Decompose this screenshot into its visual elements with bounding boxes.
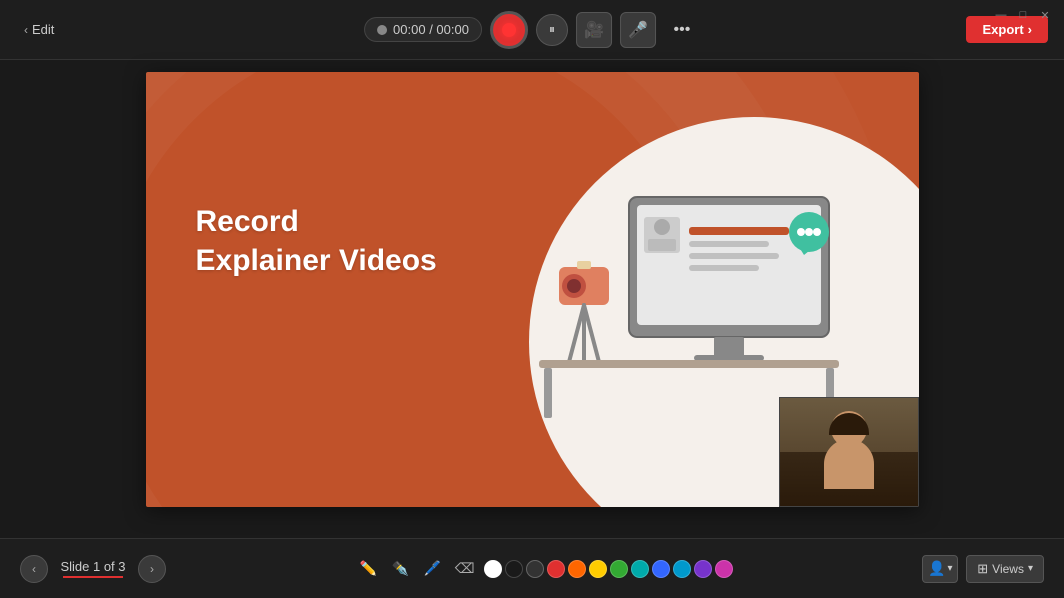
camera-icon: 🎥 <box>584 20 604 40</box>
color-yellow-swatch[interactable] <box>589 560 607 578</box>
main-content: Record Explainer Videos <box>0 60 1064 598</box>
color-purple-swatch[interactable] <box>694 560 712 578</box>
pen-tool-button[interactable]: ✏️ <box>356 556 382 582</box>
color-blue2-swatch[interactable] <box>673 560 691 578</box>
minimize-button[interactable]: — <box>994 8 1008 22</box>
view-controls: 👤 ▾ ⊞ Views ▾ <box>922 555 1044 583</box>
color-black-swatch[interactable] <box>505 560 523 578</box>
slide-counter: Slide 1 of 3 <box>58 559 128 574</box>
color-orange-swatch[interactable] <box>568 560 586 578</box>
slide-navigation: ‹ Slide 1 of 3 › <box>20 555 166 583</box>
next-slide-button[interactable]: › <box>138 555 166 583</box>
back-edit-button[interactable]: ‹ Edit <box>16 18 62 41</box>
marker-icon: ✒️ <box>392 560 409 577</box>
views-dropdown-icon: ▾ <box>1028 563 1033 574</box>
ellipsis-icon: ••• <box>674 21 691 39</box>
slide-title: Record Explainer Videos <box>196 202 437 280</box>
eraser-icon: ⌫ <box>455 560 475 577</box>
bottom-toolbar: ‹ Slide 1 of 3 › ✏️ ✒️ 🖊️ ⌫ <box>0 538 1064 598</box>
record-button[interactable] <box>490 11 528 49</box>
highlighter-icon: 🖊️ <box>424 560 441 577</box>
views-button[interactable]: ⊞ Views ▾ <box>966 555 1044 583</box>
person-hair <box>829 413 869 435</box>
color-green-swatch[interactable] <box>610 560 628 578</box>
person-icon: 👤 <box>928 560 945 577</box>
webcam-person-view <box>780 398 918 506</box>
toolbar-left: ‹ Edit <box>16 18 62 41</box>
chevron-right-icon: › <box>1028 22 1032 37</box>
color-pink-swatch[interactable] <box>715 560 733 578</box>
webcam-overlay <box>779 397 919 507</box>
marker-tool-button[interactable]: ✒️ <box>388 556 414 582</box>
dropdown-arrow-icon: ▾ <box>947 563 952 574</box>
person-silhouette <box>819 411 879 486</box>
color-blue-swatch[interactable] <box>652 560 670 578</box>
chevron-right-icon: › <box>150 562 154 576</box>
toolbar-center: 00:00 / 00:00 ⏸ 🎥 🎤 ••• <box>364 11 700 49</box>
export-label: Export <box>982 22 1023 37</box>
views-label: Views <box>992 562 1024 576</box>
pen-icon: ✏️ <box>360 560 377 577</box>
timer-dot <box>377 25 387 35</box>
drawing-tools: ✏️ ✒️ 🖊️ ⌫ <box>356 556 733 582</box>
timer-area: 00:00 / 00:00 <box>364 17 482 42</box>
layout-icon: ⊞ <box>977 561 988 577</box>
window-controls: — □ ✕ <box>994 8 1052 22</box>
color-red-swatch[interactable] <box>547 560 565 578</box>
microphone-button[interactable]: 🎤 <box>620 12 656 48</box>
timer-display: 00:00 / 00:00 <box>393 22 469 37</box>
color-dark-swatch[interactable] <box>526 560 544 578</box>
camera-button[interactable]: 🎥 <box>576 12 612 48</box>
slide-title-line2: Explainer Videos <box>196 241 437 280</box>
slide-background: Record Explainer Videos <box>146 72 919 507</box>
edit-label: Edit <box>32 22 54 37</box>
mic-icon: 🎤 <box>628 20 648 40</box>
eraser-tool-button[interactable]: ⌫ <box>452 556 478 582</box>
color-palette <box>484 560 733 578</box>
slide-title-line1: Record <box>196 202 437 241</box>
slide-counter-wrapper: Slide 1 of 3 <box>58 559 128 578</box>
maximize-button[interactable]: □ <box>1016 8 1030 22</box>
more-options-button[interactable]: ••• <box>664 12 700 48</box>
chevron-left-icon: ‹ <box>32 562 36 576</box>
person-view-button[interactable]: 👤 ▾ <box>922 555 958 583</box>
prev-slide-button[interactable]: ‹ <box>20 555 48 583</box>
color-teal-swatch[interactable] <box>631 560 649 578</box>
top-toolbar: ‹ Edit 00:00 / 00:00 ⏸ 🎥 🎤 ••• Export › <box>0 0 1064 60</box>
color-white-swatch[interactable] <box>484 560 502 578</box>
slide-progress-line <box>63 576 123 578</box>
slide-container: Record Explainer Videos <box>146 72 919 507</box>
chevron-left-icon: ‹ <box>24 23 28 37</box>
close-button[interactable]: ✕ <box>1038 8 1052 22</box>
highlighter-tool-button[interactable]: 🖊️ <box>420 556 446 582</box>
pause-button[interactable]: ⏸ <box>536 14 568 46</box>
pause-icon: ⏸ <box>549 22 555 37</box>
